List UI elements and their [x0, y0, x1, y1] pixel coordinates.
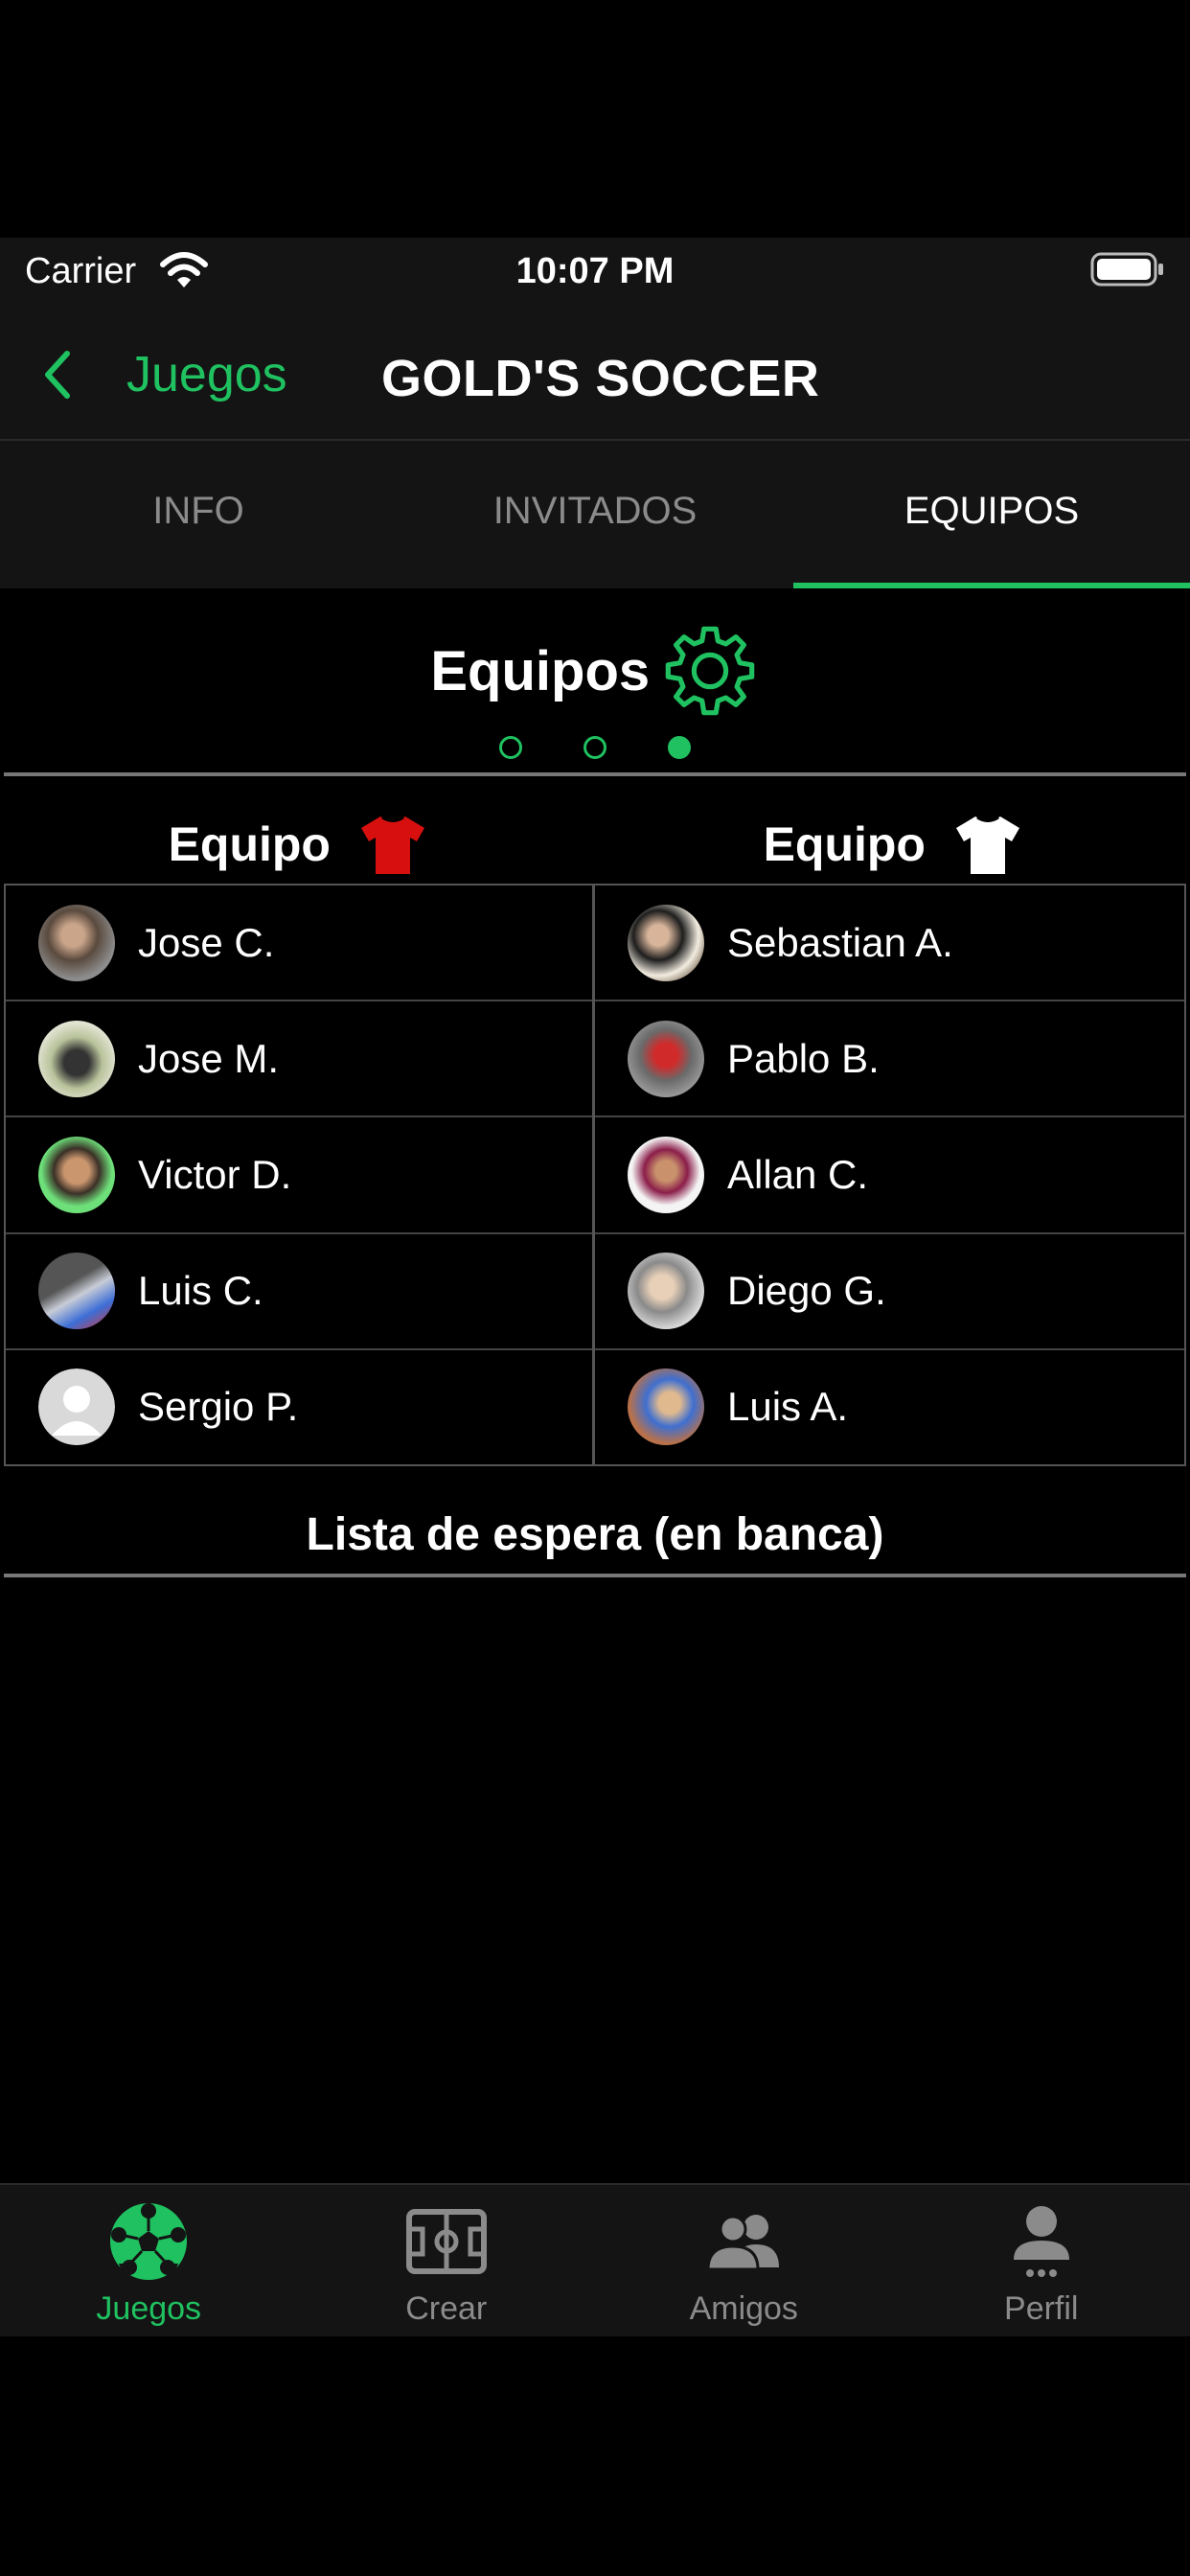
- page-dot[interactable]: [499, 736, 522, 759]
- player-row[interactable]: Allan C.: [595, 1117, 1184, 1234]
- team-header-white: Equipo: [595, 813, 1190, 876]
- chevron-left-icon: [45, 351, 70, 399]
- white-shirt-icon: [956, 816, 1020, 874]
- page-dot-current[interactable]: [668, 736, 691, 759]
- player-row[interactable]: Jose M.: [6, 1001, 592, 1118]
- gear-icon[interactable]: [660, 621, 760, 721]
- player-name: Diego G.: [727, 1268, 886, 1314]
- avatar: [38, 1137, 115, 1213]
- player-name: Victor D.: [138, 1152, 292, 1197]
- player-row[interactable]: Sebastian A.: [595, 886, 1184, 1002]
- avatar: [628, 1137, 704, 1213]
- tabbar-perfil[interactable]: Perfil: [893, 2185, 1190, 2336]
- team-header-red: Equipo: [0, 813, 595, 876]
- tabbar-label: Perfil: [1004, 2290, 1079, 2327]
- tabbar-label: Amigos: [689, 2290, 798, 2327]
- player-row[interactable]: Luis A.: [595, 1350, 1184, 1464]
- section-header: Equipos: [0, 621, 1190, 721]
- default-avatar-icon: [38, 1368, 115, 1446]
- tabbar-label: Crear: [405, 2290, 488, 2327]
- battery-icon: [1090, 252, 1163, 287]
- tab-equipos[interactable]: EQUIPOS: [793, 441, 1190, 588]
- player-name: Allan C.: [727, 1152, 869, 1197]
- tab-info[interactable]: INFO: [0, 441, 397, 588]
- avatar: [38, 1253, 115, 1330]
- player-row[interactable]: Pablo B.: [595, 1001, 1184, 1118]
- bench-title: Lista de espera (en banca): [306, 1509, 884, 1560]
- field-icon: [405, 2209, 487, 2274]
- player-row[interactable]: Victor D.: [6, 1117, 592, 1234]
- player-row[interactable]: Jose C.: [6, 886, 592, 1002]
- tabbar-juegos[interactable]: Juegos: [0, 2185, 298, 2336]
- red-shirt-icon: [361, 816, 425, 874]
- friends-icon: [706, 2215, 780, 2271]
- divider: [4, 772, 1186, 776]
- clock: 10:07 PM: [515, 251, 675, 291]
- player-row[interactable]: Sergio P.: [6, 1350, 592, 1464]
- section-title: Equipos: [430, 639, 651, 702]
- team-label: Equipo: [763, 817, 926, 871]
- page-title: GOLD'S SOCCER: [381, 350, 820, 407]
- page-indicator: [0, 736, 1190, 759]
- team-label: Equipo: [168, 817, 331, 871]
- player-name: Pablo B.: [727, 1035, 880, 1081]
- player-row[interactable]: Diego G.: [595, 1234, 1184, 1350]
- tabbar-label: Juegos: [96, 2290, 202, 2327]
- player-name: Sergio P.: [138, 1384, 299, 1430]
- player-name: Jose C.: [138, 919, 275, 965]
- back-label: Juegos: [126, 347, 287, 402]
- player-name: Luis C.: [138, 1268, 263, 1314]
- avatar: [628, 1253, 704, 1330]
- avatar: [628, 904, 704, 981]
- page-dot[interactable]: [584, 736, 606, 759]
- player-name: Jose M.: [138, 1035, 280, 1081]
- profile-icon: [1013, 2206, 1069, 2277]
- team-white-list: Sebastian A. Pablo B. Allan C. Diego G. …: [595, 886, 1184, 1464]
- avatar: [38, 1020, 115, 1097]
- player-name: Sebastian A.: [727, 919, 953, 965]
- team-red-list: Jose C. Jose M. Victor D. Luis C. Sergio…: [6, 886, 595, 1464]
- player-name: Luis A.: [727, 1384, 849, 1430]
- navigation-bar: Juegos GOLD'S SOCCER: [0, 307, 1190, 441]
- avatar: [628, 1368, 704, 1446]
- soccer-ball-icon: [110, 2203, 188, 2280]
- avatar: [38, 904, 115, 981]
- app-screen: Carrier 10:07 PM Juegos GOLD'S SOCCER IN…: [0, 238, 1190, 2336]
- avatar: [628, 1020, 704, 1097]
- bottom-tab-bar: Juegos Crear Amigos Perfil: [0, 2183, 1190, 2336]
- divider: [4, 1574, 1186, 1577]
- teams-grid: Jose C. Jose M. Victor D. Luis C. Sergio…: [4, 884, 1186, 1466]
- status-bar: Carrier 10:07 PM: [0, 238, 1190, 307]
- player-row[interactable]: Luis C.: [6, 1234, 592, 1350]
- tabbar-crear[interactable]: Crear: [298, 2185, 596, 2336]
- back-button[interactable]: Juegos: [38, 341, 287, 408]
- tab-invitados[interactable]: INVITADOS: [397, 441, 793, 588]
- segment-tabs: INFO INVITADOS EQUIPOS: [0, 441, 1190, 588]
- tabbar-amigos[interactable]: Amigos: [595, 2185, 893, 2336]
